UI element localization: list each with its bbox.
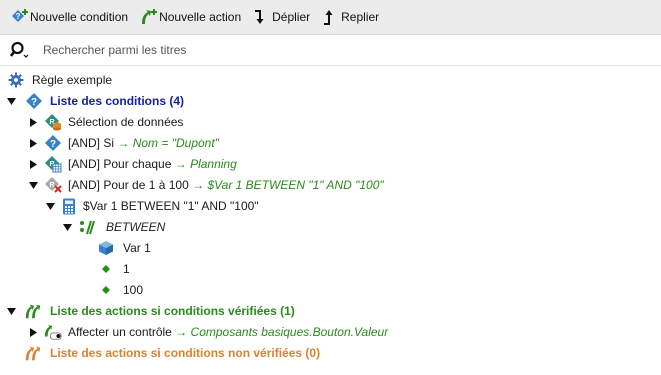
assign-label: Affecter un contrôle → Composants basiqu… xyxy=(68,325,388,339)
expand-label: Déplier xyxy=(272,10,311,24)
for-prefix: [AND] Pour de 1 à 100 xyxy=(68,178,189,192)
tree-node-if[interactable]: ? [AND] Si → Nom = "Dupont" xyxy=(0,133,661,154)
for-loop-error-icon: R xyxy=(44,176,62,194)
tree-node-root[interactable]: Règle exemple xyxy=(0,70,661,91)
assign-control-icon xyxy=(44,323,62,341)
arrow-icon: → xyxy=(117,136,130,150)
operator-icon xyxy=(78,218,96,236)
root-label: Règle exemple xyxy=(32,73,113,87)
toolbar: ? Nouvelle condition Nouvelle action Dép… xyxy=(0,0,661,35)
tree-node-between[interactable]: BETWEEN xyxy=(0,217,661,238)
conditions-header-label: Liste des conditions (4) xyxy=(50,94,185,108)
tree-node-for[interactable]: R [AND] Pour de 1 à 100 → $Var 1 BETWEEN… xyxy=(0,175,661,196)
svg-text:?: ? xyxy=(16,12,21,21)
tree-node-actions-true[interactable]: Liste des actions si conditions vérifiée… xyxy=(0,301,661,322)
caret-down-icon[interactable] xyxy=(6,96,16,106)
assign-expression: Composants basiques.Bouton.Valeur xyxy=(190,325,389,339)
arrow-up-icon xyxy=(321,8,341,26)
tree-node-calc[interactable]: $Var 1 BETWEEN "1" AND "100" xyxy=(0,196,661,217)
gear-icon xyxy=(7,71,25,89)
arrow-icon: → xyxy=(175,325,188,339)
caret-right-icon[interactable] xyxy=(28,138,38,148)
new-action-label: Nouvelle action xyxy=(159,10,242,24)
arrow-icon: → xyxy=(192,178,205,192)
calculator-icon xyxy=(60,197,78,215)
new-condition-label: Nouvelle condition xyxy=(30,10,129,24)
collapse-button[interactable]: Replier xyxy=(321,8,379,26)
operand-var-label: Var 1 xyxy=(123,241,151,255)
caret-down-icon[interactable] xyxy=(45,201,55,211)
svg-text:R: R xyxy=(49,182,54,189)
foreach-icon: R xyxy=(44,155,62,173)
tree-node-conditions[interactable]: ? Liste des conditions (4) xyxy=(0,91,661,112)
tree-node-operand-var[interactable]: Var 1 xyxy=(0,238,661,259)
data-selection-icon: R xyxy=(44,113,62,131)
if-label: [AND] Si → Nom = "Dupont" xyxy=(68,136,219,150)
for-expression: $Var 1 BETWEEN "1" AND "100" xyxy=(207,178,384,192)
svg-text:?: ? xyxy=(31,97,37,108)
tree-node-assign[interactable]: Affecter un contrôle → Composants basiqu… xyxy=(0,322,661,343)
caret-right-icon[interactable] xyxy=(28,159,38,169)
actions-true-label: Liste des actions si conditions vérifiée… xyxy=(50,304,295,318)
action-plus-icon xyxy=(139,8,159,26)
foreach-expression: Planning xyxy=(190,157,237,171)
caret-down-icon[interactable] xyxy=(28,180,38,190)
calc-label: $Var 1 BETWEEN "1" AND "100" xyxy=(83,199,259,213)
operand-1-label: 1 xyxy=(123,262,130,276)
data-selection-label: Sélection de données xyxy=(68,115,184,129)
search-icon[interactable] xyxy=(10,41,43,59)
tree-node-actions-false[interactable]: Liste des actions si conditions non véri… xyxy=(0,343,661,364)
constant-icon xyxy=(97,281,115,299)
foreach-prefix: [AND] Pour chaque xyxy=(68,157,172,171)
caret-right-icon[interactable] xyxy=(28,117,38,127)
caret-right-icon[interactable] xyxy=(28,327,38,337)
assign-prefix: Affecter un contrôle xyxy=(68,325,172,339)
foreach-label: [AND] Pour chaque → Planning xyxy=(68,157,237,171)
search-input[interactable] xyxy=(43,43,603,57)
new-action-button[interactable]: Nouvelle action xyxy=(139,8,241,26)
arrow-icon: → xyxy=(174,157,187,171)
tree-node-data-selection[interactable]: R Sélection de données xyxy=(0,112,661,133)
for-label: [AND] Pour de 1 à 100 → $Var 1 BETWEEN "… xyxy=(68,178,384,192)
condition-icon: ? xyxy=(25,92,43,110)
tree-node-foreach[interactable]: R [AND] Pour chaque → Planning xyxy=(0,154,661,175)
caret-down-icon[interactable] xyxy=(62,222,72,232)
arrow-down-icon xyxy=(252,8,272,26)
if-prefix: [AND] Si xyxy=(68,136,115,150)
caret-down-icon[interactable] xyxy=(6,306,16,316)
expand-button[interactable]: Déplier xyxy=(252,8,310,26)
collapse-label: Replier xyxy=(341,10,380,24)
condition-plus-icon: ? xyxy=(10,8,30,26)
if-expression: Nom = "Dupont" xyxy=(132,136,219,150)
if-condition-icon: ? xyxy=(44,134,62,152)
actions-false-icon xyxy=(24,344,42,362)
new-condition-button[interactable]: ? Nouvelle condition xyxy=(10,8,128,26)
search-bar xyxy=(0,35,661,66)
svg-text:?: ? xyxy=(50,139,56,150)
constant-icon xyxy=(97,260,115,278)
tree-node-operand-2[interactable]: 100 xyxy=(0,280,661,301)
between-label: BETWEEN xyxy=(106,220,166,234)
variable-cube-icon xyxy=(97,239,115,257)
tree-node-operand-1[interactable]: 1 xyxy=(0,259,661,280)
operand-2-label: 100 xyxy=(123,283,144,297)
actions-true-icon xyxy=(24,302,42,320)
actions-false-label: Liste des actions si conditions non véri… xyxy=(50,346,321,360)
